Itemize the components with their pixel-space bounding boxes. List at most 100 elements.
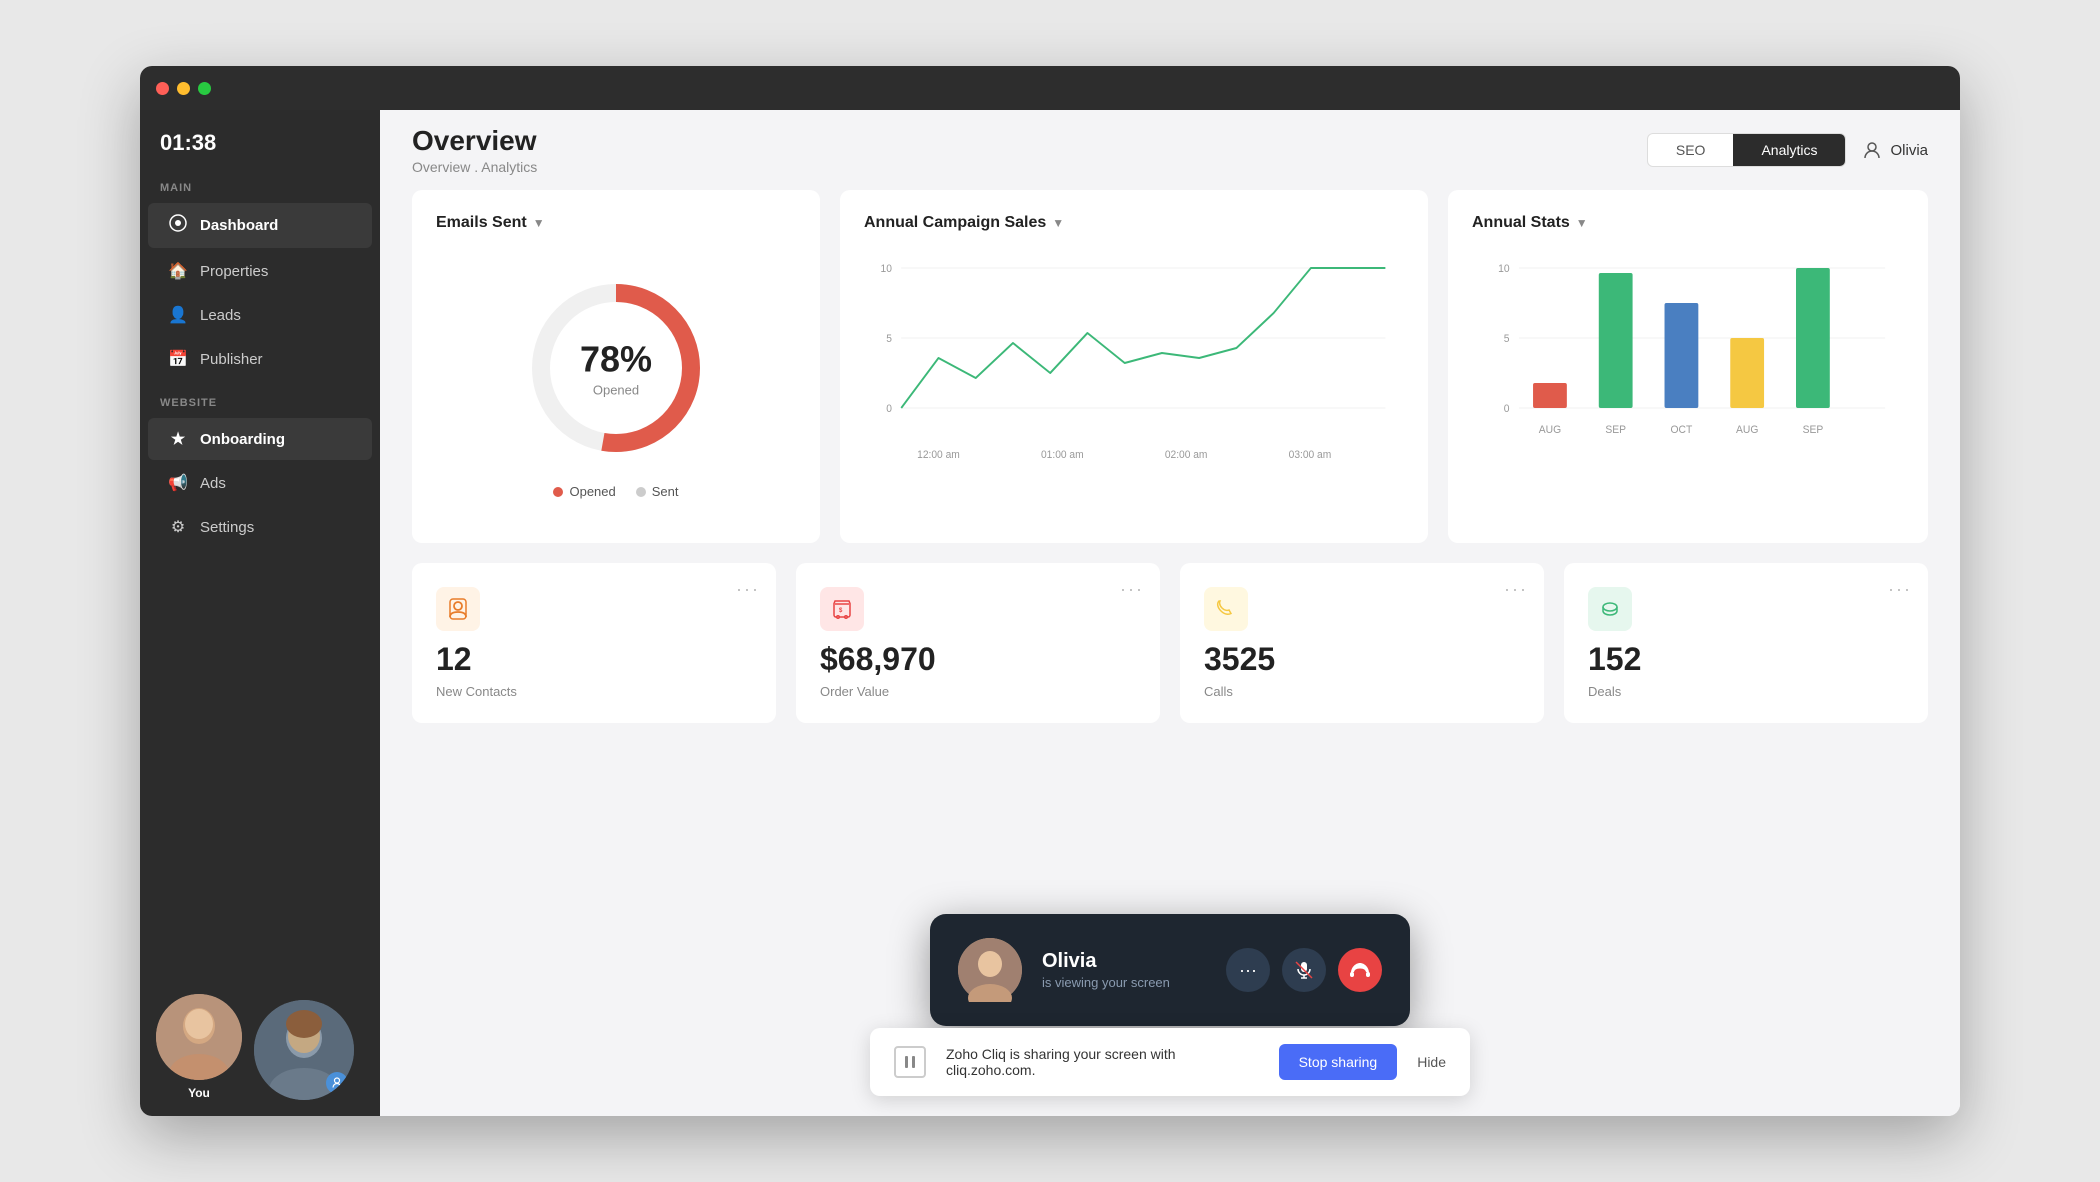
stats-row: ··· 12 New Contacts [412,563,1928,723]
call-mute-button[interactable] [1282,948,1326,992]
donut-legend: Opened Sent [553,484,678,499]
call-more-button[interactable]: ··· [1226,948,1270,992]
minimize-button[interactable] [177,82,190,95]
sidebar-item-publisher-label: Publisher [200,351,263,368]
svg-text:0: 0 [886,403,892,415]
app-body: 01:38 MAIN Dashboard 🏠 Properties 👤 Lead… [140,110,1960,1116]
svg-text:10: 10 [881,263,892,275]
sidebar-item-leads[interactable]: 👤 Leads [148,294,372,336]
sidebar-bottom: You [140,978,380,1116]
sidebar-item-publisher[interactable]: 📅 Publisher [148,338,372,380]
annual-campaign-title: Annual Campaign Sales ▼ [864,214,1404,232]
topbar: Overview Overview . Analytics SEO Analyt… [380,110,1960,190]
svg-text:SEP: SEP [1803,424,1824,436]
more-dots-icon: ··· [1239,960,1257,981]
properties-icon: 🏠 [168,261,188,281]
stat-dots-order[interactable]: ··· [1120,579,1144,600]
contacts-icon [436,587,480,631]
annual-stats-title: Annual Stats ▼ [1472,214,1904,232]
sidebar-website-label: WEBSITE [140,381,380,417]
svg-text:12:00 am: 12:00 am [917,449,960,461]
sidebar-item-properties[interactable]: 🏠 Properties [148,250,372,292]
user-menu[interactable]: Olivia [1862,140,1928,160]
call-status: is viewing your screen [1042,975,1206,990]
annual-campaign-card: Annual Campaign Sales ▼ 10 5 [840,190,1428,543]
caller-badge [326,1072,348,1094]
svg-text:5: 5 [886,333,892,345]
svg-text:5: 5 [1504,333,1510,345]
stat-value-deals: 152 [1588,641,1904,678]
titlebar [140,66,1960,110]
svg-text:0: 0 [1504,403,1510,415]
svg-text:03:00 am: 03:00 am [1289,449,1332,461]
tab-seo[interactable]: SEO [1648,134,1734,166]
sidebar-item-dashboard[interactable]: Dashboard [148,203,372,248]
app-window: 01:38 MAIN Dashboard 🏠 Properties 👤 Lead… [140,66,1960,1116]
pause-icon [904,1055,916,1069]
tab-analytics[interactable]: Analytics [1733,134,1845,166]
sharing-pause-button[interactable] [894,1046,926,1078]
sent-dot [636,487,646,497]
close-button[interactable] [156,82,169,95]
sidebar-time: 01:38 [140,110,380,166]
user-name: Olivia [1890,142,1928,159]
emails-sent-title: Emails Sent ▼ [436,214,796,232]
svg-text:OCT: OCT [1671,424,1693,436]
call-end-button[interactable] [1338,948,1382,992]
stat-card-deals: ··· 152 Deals [1564,563,1928,723]
page-title: Overview [412,125,537,157]
sidebar-item-onboarding[interactable]: ★ Onboarding [148,418,372,460]
stat-value-order: $68,970 [820,641,1136,678]
call-actions: ··· [1226,948,1382,992]
you-label: You [188,1086,210,1100]
stat-dots-calls[interactable]: ··· [1504,579,1528,600]
donut-area: 78% Opened Opened [436,248,796,519]
main-content: Overview Overview . Analytics SEO Analyt… [380,110,1960,1116]
ads-icon: 📢 [168,473,188,493]
stat-dots-contacts[interactable]: ··· [736,579,760,600]
stat-dots-deals[interactable]: ··· [1888,579,1912,600]
leads-icon: 👤 [168,305,188,325]
avatar-you [156,994,242,1080]
donut-percentage: 78% [580,339,652,381]
settings-icon: ⚙ [168,517,188,537]
sidebar-item-ads-label: Ads [200,475,226,492]
onboarding-icon: ★ [168,429,188,449]
sharing-text: Zoho Cliq is sharing your screen with cl… [946,1046,1259,1078]
maximize-button[interactable] [198,82,211,95]
stat-card-calls: ··· 3525 Calls [1180,563,1544,723]
mute-icon [1294,960,1314,980]
svg-text:AUG: AUG [1539,424,1561,436]
donut-chart: 78% Opened [516,268,716,468]
call-name: Olivia [1042,950,1206,973]
stat-label-order: Order Value [820,684,1136,699]
breadcrumb: Overview . Analytics [412,159,537,175]
publisher-icon: 📅 [168,349,188,369]
emails-sent-dropdown-icon[interactable]: ▼ [533,216,545,230]
call-avatar [958,938,1022,1002]
sidebar-item-ads[interactable]: 📢 Ads [148,462,372,504]
tab-group: SEO Analytics [1647,133,1847,167]
campaign-dropdown-icon[interactable]: ▼ [1052,216,1064,230]
hide-sharing-button[interactable]: Hide [1417,1054,1446,1070]
stats-dropdown-icon[interactable]: ▼ [1576,216,1588,230]
sidebar-main-label: MAIN [140,166,380,202]
stat-label-deals: Deals [1588,684,1904,699]
line-chart: 10 5 0 12:00 am 01:00 am 02:00 am 03:00 … [864,248,1404,468]
sidebar-item-settings[interactable]: ⚙ Settings [148,506,372,548]
sharing-bar: Zoho Cliq is sharing your screen with cl… [870,1028,1470,1096]
sidebar-item-dashboard-label: Dashboard [200,217,278,234]
donut-label: Opened [580,383,652,398]
svg-text:10: 10 [1498,263,1510,275]
calls-icon [1204,587,1248,631]
svg-text:01:00 am: 01:00 am [1041,449,1084,461]
stat-card-order-value: ··· $ $68,970 Order [796,563,1160,723]
svg-text:SEP: SEP [1605,424,1626,436]
stop-sharing-button[interactable]: Stop sharing [1279,1044,1398,1080]
topbar-right: SEO Analytics Olivia [1647,133,1928,167]
sidebar: 01:38 MAIN Dashboard 🏠 Properties 👤 Lead… [140,110,380,1116]
user-icon [1862,140,1882,160]
order-icon: $ [820,587,864,631]
sidebar-item-settings-label: Settings [200,519,254,536]
stat-value-contacts: 12 [436,641,752,678]
